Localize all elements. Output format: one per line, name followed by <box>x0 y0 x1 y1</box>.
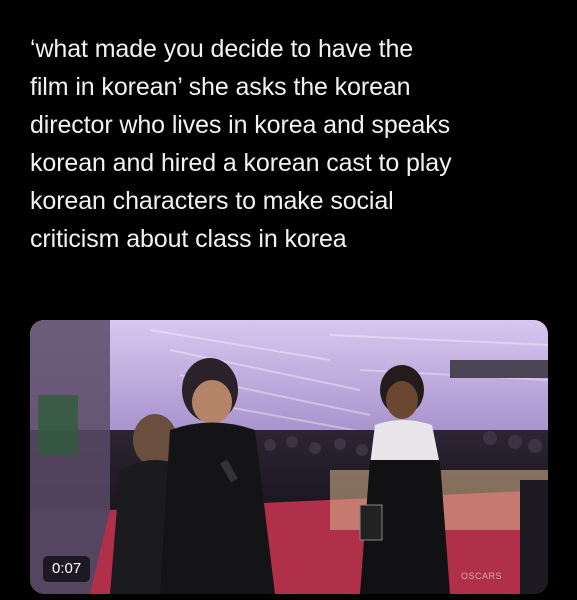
video-frame <box>30 320 548 594</box>
interviewer-collar <box>370 420 440 465</box>
post-text: ‘what made you decide to have the film i… <box>30 35 452 253</box>
video-duration-badge: 0:07 <box>43 556 91 582</box>
oscars-watermark: OSCARS <box>461 571 503 581</box>
video-player[interactable] <box>30 320 548 594</box>
